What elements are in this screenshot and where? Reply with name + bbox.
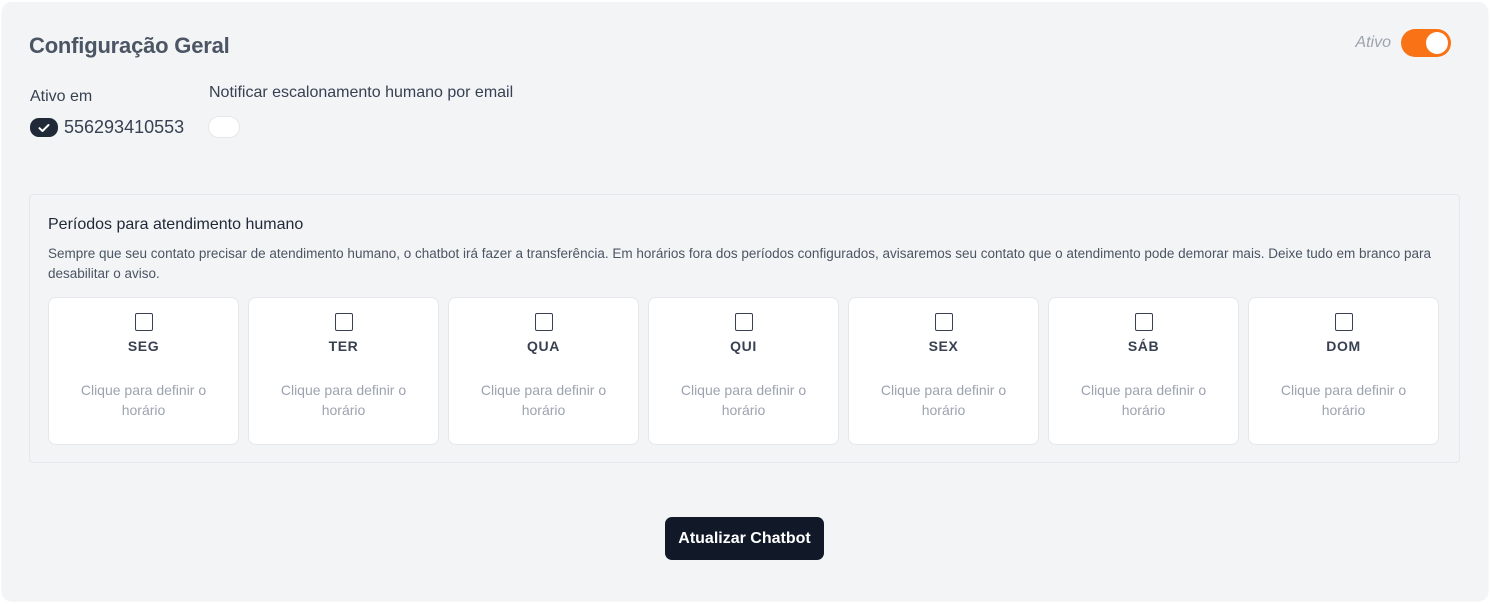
status-control: Ativo	[1355, 29, 1451, 57]
day-name: TER	[328, 338, 359, 354]
active-toggle[interactable]	[1401, 29, 1451, 57]
active-in-label: Ativo em	[30, 88, 93, 105]
day-hint: Clique para definir o horário	[1280, 382, 1407, 418]
phone-row: 556293410553	[30, 117, 184, 138]
day-hint: Clique para definir o horário	[680, 382, 807, 418]
day-card-sex[interactable]: SEX Clique para definir o horário	[848, 297, 1039, 445]
day-card-ter[interactable]: TER Clique para definir o horário	[248, 297, 439, 445]
phone-number: 556293410553	[64, 117, 185, 137]
day-checkbox[interactable]	[134, 313, 153, 331]
notify-email-toggle[interactable]	[209, 117, 239, 137]
day-hint: Clique para definir o horário	[1080, 382, 1207, 418]
toggle-knob	[1426, 32, 1448, 54]
page-title: Configuração Geral	[29, 33, 230, 58]
update-chatbot-button[interactable]: Atualizar Chatbot	[665, 517, 824, 560]
day-hint: Clique para definir o horário	[80, 382, 207, 418]
day-card-seg[interactable]: SEG Clique para definir o horário	[48, 297, 239, 445]
day-checkbox[interactable]	[1334, 313, 1353, 331]
day-name: SEX	[928, 338, 959, 354]
day-name: SEG	[127, 338, 160, 354]
day-card-dom[interactable]: DOM Clique para definir o horário	[1248, 297, 1439, 445]
day-hint: Clique para definir o horário	[880, 382, 1007, 418]
day-name: QUI	[730, 338, 757, 354]
general-config-card: Configuração Geral Ativo Ativo em 556293…	[2, 2, 1488, 600]
periods-title: Períodos para atendimento humano	[48, 216, 304, 233]
active-in-section: Ativo em 556293410553	[30, 88, 184, 138]
day-checkbox[interactable]	[734, 313, 753, 331]
day-card-sab[interactable]: SÁB Clique para definir o horário	[1048, 297, 1239, 445]
day-name: SÁB	[1127, 338, 1160, 354]
day-checkbox[interactable]	[534, 313, 553, 331]
status-label: Ativo	[1355, 34, 1391, 51]
phone-checkbox[interactable]	[30, 118, 58, 137]
day-checkbox[interactable]	[1134, 313, 1153, 331]
day-name: DOM	[1326, 338, 1361, 354]
day-card-qui[interactable]: QUI Clique para definir o horário	[648, 297, 839, 445]
human-periods-panel: Períodos para atendimento humano Sempre …	[29, 194, 1460, 463]
day-hint: Clique para definir o horário	[480, 382, 607, 418]
day-name: QUA	[527, 338, 560, 354]
notify-label: Notificar escalonamento humano por email	[209, 84, 514, 101]
day-card-qua[interactable]: QUA Clique para definir o horário	[448, 297, 639, 445]
day-hint: Clique para definir o horário	[280, 382, 407, 418]
periods-description: Sempre que seu contato precisar de atend…	[48, 246, 1432, 281]
days-row: SEG Clique para definir o horário TER Cl…	[48, 297, 1439, 445]
notify-section: Notificar escalonamento humano por email	[209, 84, 513, 137]
day-checkbox[interactable]	[934, 313, 953, 331]
check-icon	[38, 123, 50, 132]
day-checkbox[interactable]	[334, 313, 353, 331]
